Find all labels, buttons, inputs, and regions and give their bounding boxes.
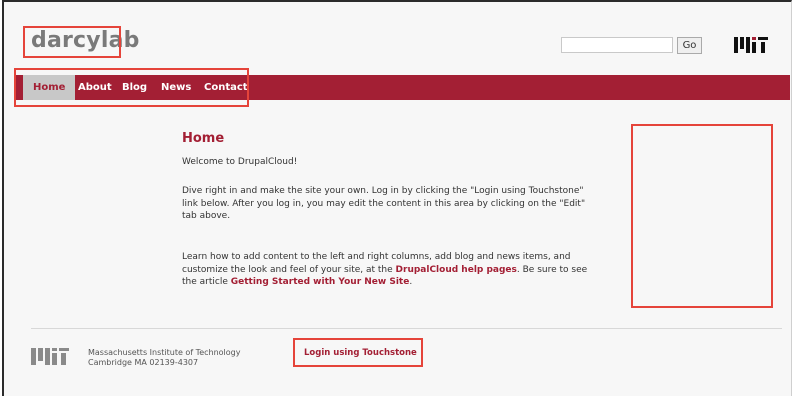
help-pages-link[interactable]: DrupalCloud help pages xyxy=(396,265,517,275)
go-button[interactable]: Go xyxy=(677,37,702,54)
page-title: Home xyxy=(182,131,225,146)
mit-footer-logo-icon xyxy=(31,348,69,365)
welcome-text: Welcome to DrupalCloud! xyxy=(182,157,298,167)
footer-address: Massachusetts Institute of Technology Ca… xyxy=(88,348,241,368)
footer-divider xyxy=(31,328,782,329)
help-paragraph-end: . xyxy=(409,277,413,287)
getting-started-link[interactable]: Getting Started with Your New Site xyxy=(231,277,410,287)
postal-address: Cambridge MA 02139-4307 xyxy=(88,358,199,367)
intro-paragraph: Dive right in and make the site your own… xyxy=(182,186,586,221)
search-input[interactable] xyxy=(561,37,673,53)
annotation-login xyxy=(293,338,423,367)
mit-logo-icon[interactable] xyxy=(734,37,768,53)
annotation-site-name xyxy=(23,26,121,58)
help-paragraph: Learn how to add content to the left and… xyxy=(182,251,602,289)
annotation-sidebar xyxy=(631,124,773,308)
annotation-nav xyxy=(14,68,249,107)
institution-name: Massachusetts Institute of Technology xyxy=(88,348,241,357)
